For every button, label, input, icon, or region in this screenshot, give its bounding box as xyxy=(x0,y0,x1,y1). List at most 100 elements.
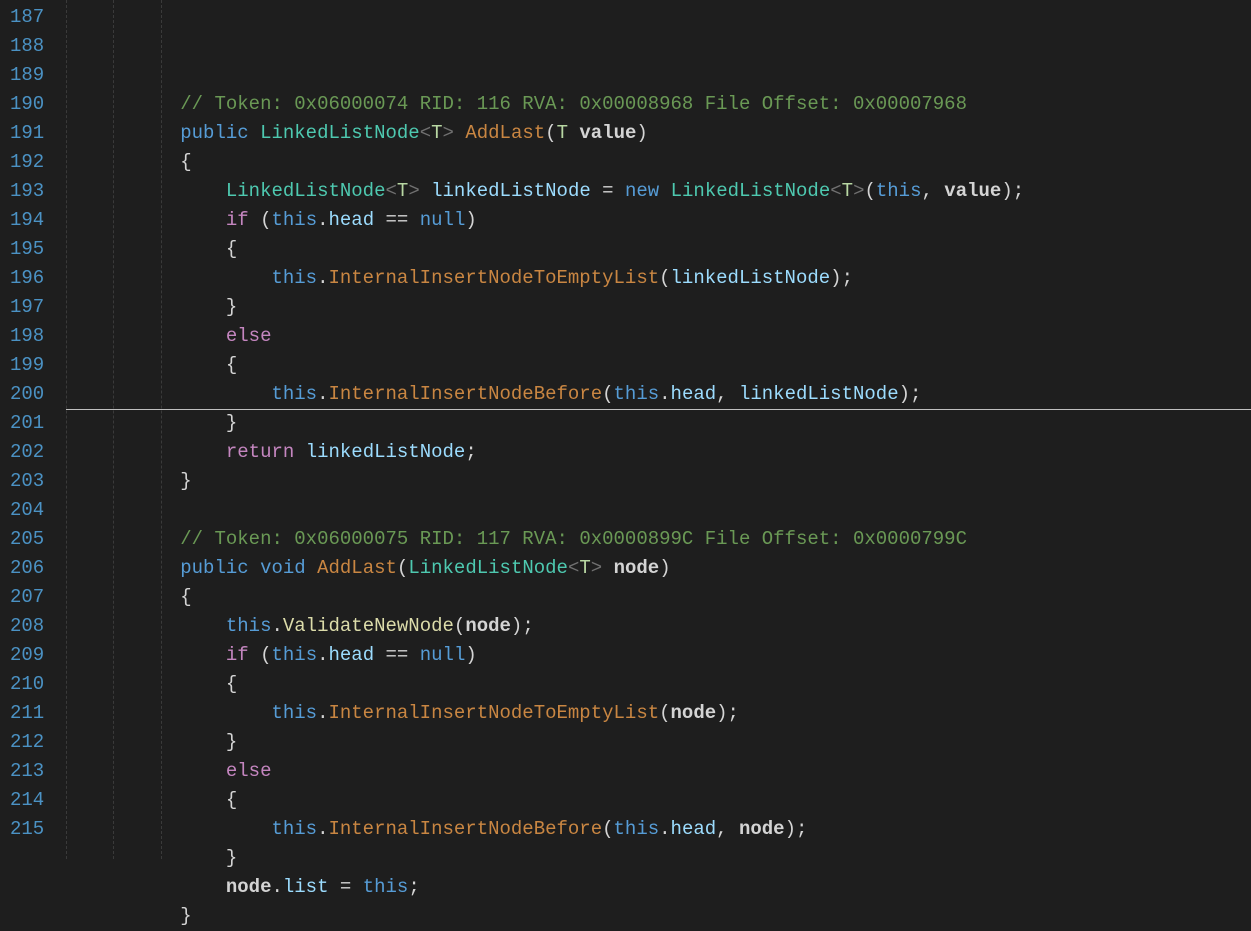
token-keyword: this xyxy=(271,209,317,231)
token-punct: ) xyxy=(636,122,647,144)
token-op: = xyxy=(602,180,613,202)
token-whitespace xyxy=(66,93,180,115)
code-area[interactable]: // Token: 0x06000074 RID: 116 RVA: 0x000… xyxy=(66,0,1251,859)
code-line[interactable]: else xyxy=(66,322,1251,351)
token-field: linkedListNode xyxy=(431,180,591,202)
token-type: LinkedListNode xyxy=(671,180,831,202)
token-whitespace xyxy=(728,383,739,405)
token-punct: { xyxy=(180,586,191,608)
token-punct: ) xyxy=(465,644,476,666)
token-punct: , xyxy=(921,180,932,202)
token-keyword: this xyxy=(271,644,317,666)
code-line[interactable]: { xyxy=(66,786,1251,815)
code-line[interactable]: } xyxy=(66,467,1251,496)
code-line[interactable]: { xyxy=(66,583,1251,612)
token-angle: > xyxy=(443,122,454,144)
token-punct: , xyxy=(716,818,727,840)
token-punct: ); xyxy=(899,383,922,405)
token-whitespace xyxy=(66,354,226,376)
token-whitespace xyxy=(66,180,226,202)
token-punct: } xyxy=(226,847,237,869)
code-line[interactable]: { xyxy=(66,670,1251,699)
token-generic: T xyxy=(431,122,442,144)
code-line[interactable]: // Token: 0x06000074 RID: 116 RVA: 0x000… xyxy=(66,90,1251,119)
line-number: 214 xyxy=(10,786,44,815)
token-whitespace xyxy=(454,122,465,144)
code-line[interactable]: public LinkedListNode<T> AddLast(T value… xyxy=(66,119,1251,148)
token-keyword: this xyxy=(876,180,922,202)
token-generic: T xyxy=(842,180,853,202)
code-line[interactable]: { xyxy=(66,148,1251,177)
token-whitespace xyxy=(66,760,226,782)
code-line[interactable]: this.ValidateNewNode(node); xyxy=(66,612,1251,641)
token-keyword: null xyxy=(420,644,466,666)
code-line[interactable]: this.InternalInsertNodeToEmptyList(node)… xyxy=(66,699,1251,728)
token-methodb: AddLast xyxy=(317,557,397,579)
token-whitespace xyxy=(66,412,226,434)
token-whitespace xyxy=(249,557,260,579)
token-punct: ( xyxy=(602,818,613,840)
token-purple: else xyxy=(226,325,272,347)
token-keyword: this xyxy=(271,702,317,724)
token-punct: ); xyxy=(511,615,534,637)
token-punct: ( xyxy=(602,383,613,405)
code-line[interactable]: node.list = this; xyxy=(66,873,1251,902)
code-line[interactable]: { xyxy=(66,351,1251,380)
code-line[interactable]: this.InternalInsertNodeBefore(this.head,… xyxy=(66,380,1251,409)
token-whitespace xyxy=(728,818,739,840)
token-whitespace xyxy=(66,847,226,869)
code-line[interactable]: return linkedListNode; xyxy=(66,438,1251,467)
code-line[interactable]: public void AddLast(LinkedListNode<T> no… xyxy=(66,554,1251,583)
code-line[interactable]: if (this.head == null) xyxy=(66,641,1251,670)
token-punct: ); xyxy=(716,702,739,724)
code-line[interactable]: this.InternalInsertNodeToEmptyList(linke… xyxy=(66,264,1251,293)
token-punct: ( xyxy=(659,702,670,724)
token-whitespace xyxy=(249,122,260,144)
token-whitespace xyxy=(66,702,271,724)
code-line[interactable]: LinkedListNode<T> linkedListNode = new L… xyxy=(66,177,1251,206)
token-param: value xyxy=(579,122,636,144)
code-line[interactable]: } xyxy=(66,728,1251,757)
token-punct: . xyxy=(317,383,328,405)
token-whitespace xyxy=(66,528,180,550)
code-line[interactable]: } xyxy=(66,902,1251,931)
token-keyword: public xyxy=(180,122,248,144)
token-keyword: this xyxy=(226,615,272,637)
code-line[interactable]: else xyxy=(66,757,1251,786)
token-whitespace xyxy=(66,644,226,666)
token-keyword: void xyxy=(260,557,306,579)
token-punct: ) xyxy=(659,557,670,579)
token-whitespace xyxy=(66,557,180,579)
token-varb: node xyxy=(739,818,785,840)
line-number: 196 xyxy=(10,264,44,293)
token-whitespace xyxy=(66,441,226,463)
token-purple: else xyxy=(226,760,272,782)
token-keyword: this xyxy=(271,383,317,405)
token-varb: node xyxy=(226,876,272,898)
token-punct: { xyxy=(180,151,191,173)
token-punct: . xyxy=(659,818,670,840)
token-generic: T xyxy=(579,557,590,579)
code-line[interactable] xyxy=(66,496,1251,525)
code-line[interactable]: } xyxy=(66,409,1251,438)
code-line[interactable]: // Token: 0x06000075 RID: 117 RVA: 0x000… xyxy=(66,525,1251,554)
line-number: 194 xyxy=(10,206,44,235)
token-whitespace xyxy=(66,818,271,840)
code-editor[interactable]: 1871881891901911921931941951961971981992… xyxy=(0,0,1251,859)
token-whitespace xyxy=(408,209,419,231)
line-number: 210 xyxy=(10,670,44,699)
code-line[interactable]: if (this.head == null) xyxy=(66,206,1251,235)
code-line[interactable]: this.InternalInsertNodeBefore(this.head,… xyxy=(66,815,1251,844)
line-number: 187 xyxy=(10,3,44,32)
token-keyword: new xyxy=(625,180,659,202)
token-angle: < xyxy=(420,122,431,144)
token-purple: if xyxy=(226,209,249,231)
code-line[interactable]: } xyxy=(66,293,1251,322)
line-number: 206 xyxy=(10,554,44,583)
token-whitespace xyxy=(602,557,613,579)
token-whitespace xyxy=(66,209,226,231)
token-whitespace xyxy=(66,731,226,753)
line-number: 190 xyxy=(10,90,44,119)
code-line[interactable]: { xyxy=(66,235,1251,264)
token-whitespace xyxy=(659,180,670,202)
